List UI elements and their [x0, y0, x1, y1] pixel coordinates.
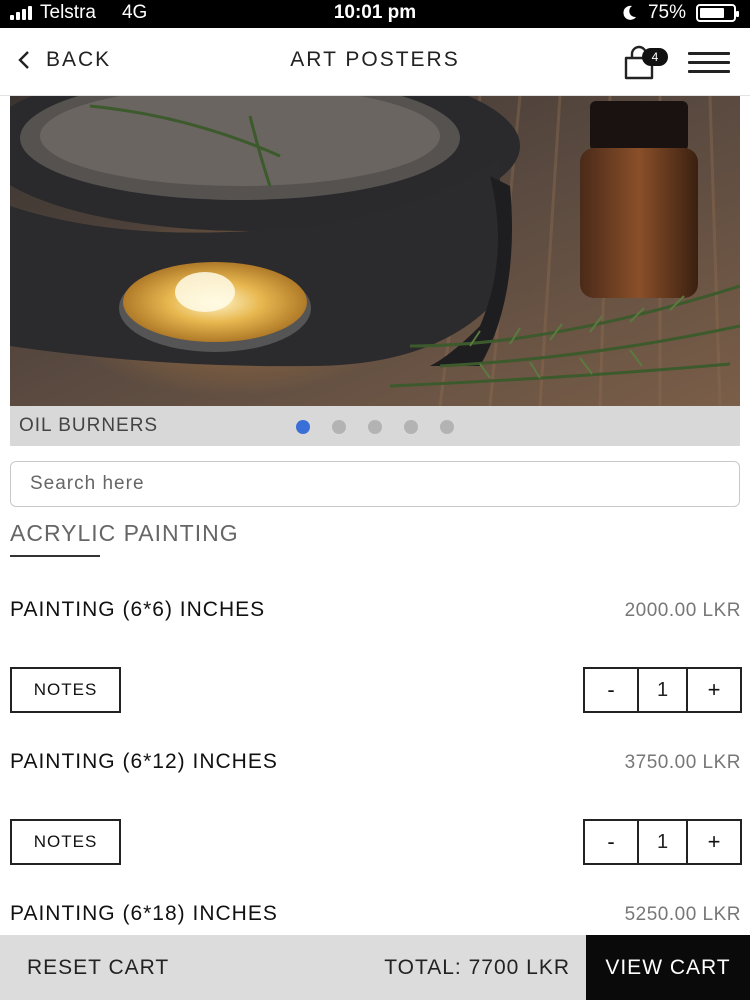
- quantity-value: 1: [637, 821, 688, 863]
- category-underline: [10, 555, 100, 557]
- cart-footer: RESET CART TOTAL: 7700 LKR VIEW CART: [0, 935, 750, 1000]
- battery-icon: [696, 4, 739, 22]
- banner-caption: OIL BURNERS: [19, 415, 159, 436]
- battery-percent: 75%: [647, 2, 686, 23]
- cart-total: TOTAL: 7700 LKR: [384, 956, 570, 979]
- product-price: 5250.00 LKR: [624, 904, 741, 925]
- product-price: 3750.00 LKR: [624, 752, 741, 773]
- quantity-stepper: - 1 +: [583, 667, 742, 713]
- product-row: PAINTING (6*12) INCHES 3750.00 LKR: [10, 742, 741, 782]
- decrease-quantity-button[interactable]: -: [585, 669, 637, 711]
- moon-icon: [623, 5, 636, 20]
- status-right: 75%: [620, 2, 739, 24]
- view-cart-button[interactable]: VIEW CART: [586, 935, 750, 1000]
- search-input[interactable]: [10, 461, 740, 507]
- app-screen: Telstra 4G 10:01 pm 75% BACK ART POSTERS…: [0, 0, 750, 1000]
- carousel-dot[interactable]: [368, 420, 382, 434]
- product-name: PAINTING (6*6) INCHES: [10, 598, 266, 621]
- decrease-quantity-button[interactable]: -: [585, 821, 637, 863]
- status-bar: Telstra 4G 10:01 pm 75%: [0, 0, 750, 28]
- nav-bar: BACK ART POSTERS 4: [0, 28, 750, 96]
- product-row: PAINTING (6*18) INCHES 5250.00 LKR: [10, 894, 741, 934]
- reset-cart-button[interactable]: RESET CART: [27, 956, 169, 980]
- product-row: PAINTING (6*6) INCHES 2000.00 LKR: [10, 590, 741, 630]
- carousel-dot[interactable]: [404, 420, 418, 434]
- notes-button[interactable]: NOTES: [10, 819, 121, 865]
- product-name: PAINTING (6*12) INCHES: [10, 750, 278, 773]
- hamburger-menu-icon[interactable]: [688, 52, 730, 74]
- carousel-dot[interactable]: [440, 420, 454, 434]
- cart-count-badge: 4: [642, 48, 668, 66]
- product-name: PAINTING (6*18) INCHES: [10, 902, 278, 925]
- oil-burner-photo: [10, 96, 740, 406]
- category-title: ACRYLIC PAINTING: [10, 520, 239, 546]
- carousel-dot[interactable]: [296, 420, 310, 434]
- carousel-dots: [296, 420, 454, 434]
- battery-fill: [700, 8, 724, 18]
- quantity-stepper: - 1 +: [583, 819, 742, 865]
- carousel-dot[interactable]: [332, 420, 346, 434]
- quantity-value: 1: [637, 669, 688, 711]
- increase-quantity-button[interactable]: +: [688, 821, 740, 863]
- product-price: 2000.00 LKR: [624, 600, 741, 621]
- notes-button[interactable]: NOTES: [10, 667, 121, 713]
- increase-quantity-button[interactable]: +: [688, 669, 740, 711]
- banner-image[interactable]: [10, 96, 740, 406]
- banner-caption-bar: OIL BURNERS: [10, 406, 740, 446]
